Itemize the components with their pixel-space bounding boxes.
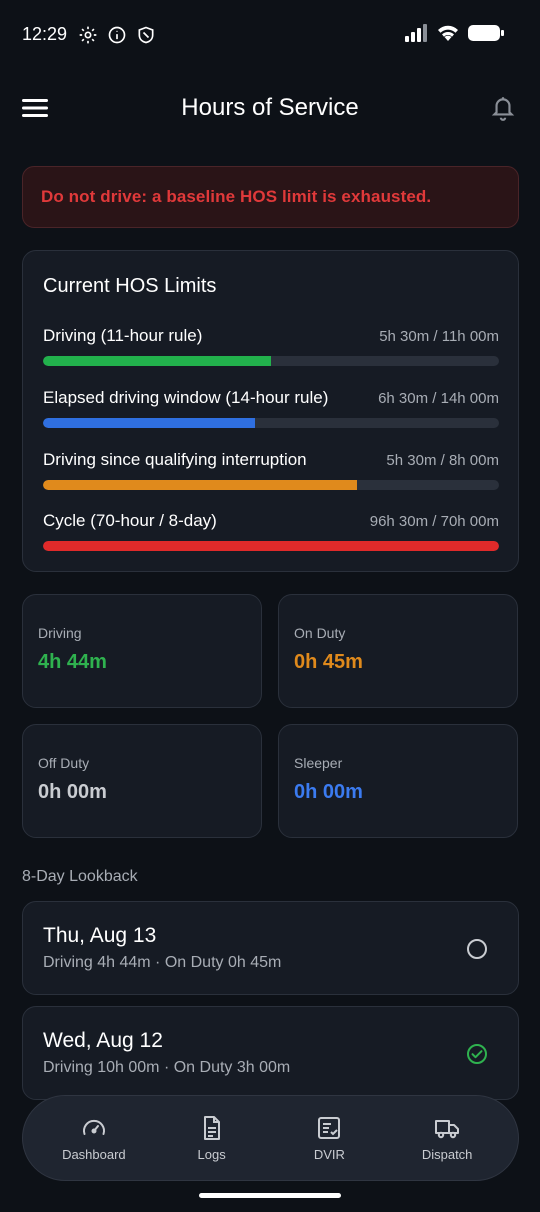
battery-icon — [468, 24, 504, 47]
day-date: Wed, Aug 12 — [43, 1029, 163, 1052]
signal-icon — [404, 24, 428, 47]
stat-label: On Duty — [294, 625, 346, 641]
shield-icon — [136, 25, 156, 45]
gear-icon — [78, 25, 98, 45]
document-icon — [199, 1115, 225, 1141]
nav-label: Dispatch — [421, 1146, 473, 1162]
bell-icon[interactable] — [490, 94, 516, 122]
status-time: 12:29 — [22, 24, 68, 44]
limits-title: Current HOS Limits — [43, 275, 217, 297]
stat-card-driving[interactable]: Driving 4h 44m — [22, 594, 262, 708]
nav-label: Logs — [197, 1146, 226, 1162]
nav-dashboard[interactable]: Dashboard — [44, 1115, 144, 1162]
stat-card-on-duty[interactable]: On Duty 0h 45m — [278, 594, 518, 708]
limit-progress-fill — [43, 541, 499, 551]
stat-value: 4h 44m — [38, 651, 107, 673]
home-indicator[interactable] — [199, 1193, 341, 1198]
limit-progress-fill — [43, 418, 255, 428]
limit-value: 5h 30m / 8h 00m — [386, 452, 499, 469]
day-date: Thu, Aug 13 — [43, 924, 157, 947]
limit-label: Driving (11-hour rule) — [43, 326, 203, 345]
limit-label: Cycle (70-hour / 8-day) — [43, 511, 217, 530]
day-summary: Driving 10h 00m · On Duty 3h 00m — [43, 1059, 291, 1076]
day-card[interactable]: Wed, Aug 12 Driving 10h 00m · On Duty 3h… — [22, 1006, 519, 1100]
nav-logs[interactable]: Logs — [162, 1115, 262, 1162]
stat-label: Off Duty — [38, 755, 90, 771]
limit-label: Elapsed driving window (14-hour rule) — [43, 388, 329, 407]
bottom-nav: Dashboard Logs DVIR Dispatch — [22, 1095, 519, 1181]
stat-label: Driving — [38, 625, 82, 641]
stat-card-off-duty[interactable]: Off Duty 0h 00m — [22, 724, 262, 838]
info-icon — [107, 25, 127, 45]
alert-text: Do not drive: a baseline HOS limit is ex… — [41, 187, 432, 206]
limit-progress-fill — [43, 356, 271, 366]
stat-value: 0h 00m — [38, 781, 107, 803]
limit-label: Driving since qualifying interruption — [43, 450, 307, 469]
limit-progress-track — [43, 418, 499, 428]
lookback-heading: 8-Day Lookback — [22, 868, 138, 885]
hos-limits-card: Current HOS Limits Driving (11-hour rule… — [22, 250, 519, 572]
stat-value: 0h 00m — [294, 781, 363, 803]
limit-value: 96h 30m / 70h 00m — [369, 513, 499, 530]
nav-dispatch[interactable]: Dispatch — [397, 1115, 497, 1162]
nav-label: DVIR — [313, 1146, 345, 1162]
day-summary: Driving 4h 44m · On Duty 0h 45m — [43, 954, 282, 971]
speedometer-icon — [81, 1115, 107, 1141]
limit-value: 5h 30m / 11h 00m — [379, 328, 499, 345]
app-header: Hours of Service — [0, 80, 540, 136]
truck-icon — [434, 1115, 460, 1141]
limit-progress-fill — [43, 480, 357, 490]
limit-value: 6h 30m / 14h 00m — [378, 390, 499, 407]
day-card[interactable]: Thu, Aug 13 Driving 4h 44m · On Duty 0h … — [22, 901, 519, 995]
checklist-icon — [316, 1115, 342, 1141]
nav-label: Dashboard — [62, 1146, 126, 1162]
stat-value: 0h 45m — [294, 651, 363, 673]
stat-label: Sleeper — [294, 755, 343, 771]
check-circle-icon — [466, 1043, 488, 1065]
limit-progress-track — [43, 541, 499, 551]
alert-banner: Do not drive: a baseline HOS limit is ex… — [22, 166, 519, 228]
limit-progress-track — [43, 356, 499, 366]
status-bar: 12:29 — [0, 0, 540, 70]
wifi-icon — [436, 24, 460, 47]
page-title: Hours of Service — [181, 94, 359, 121]
nav-dvir[interactable]: DVIR — [279, 1115, 379, 1162]
stat-card-sleeper[interactable]: Sleeper 0h 00m — [278, 724, 518, 838]
limit-progress-track — [43, 480, 499, 490]
circle-outline-icon — [466, 938, 488, 960]
